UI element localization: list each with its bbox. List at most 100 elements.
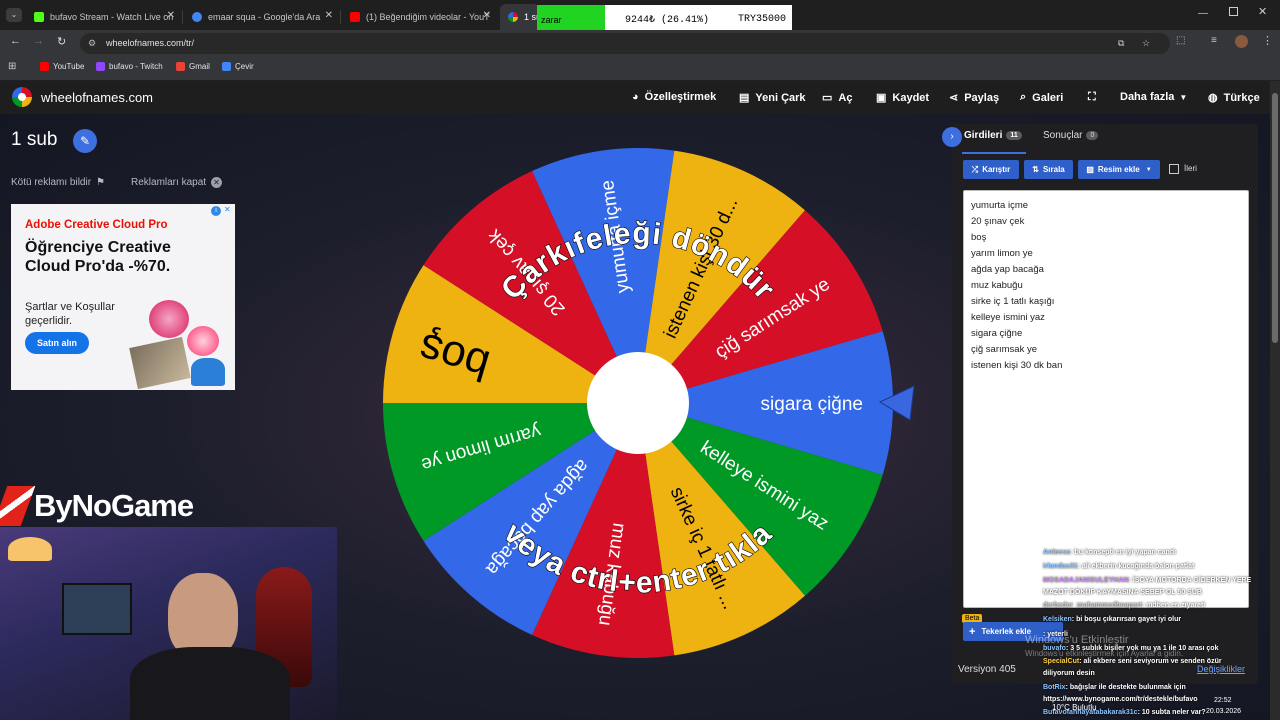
chevron-down-icon: ▼ [1179, 92, 1188, 102]
tab-kick-stream[interactable]: bufavo Stream - Watch Live on ✕ [26, 4, 181, 30]
edit-title-button[interactable]: ✎ [73, 129, 97, 153]
address-bar[interactable]: ⚙ wheelofnames.com/tr/ ⧉ ☆ [80, 33, 1170, 54]
brand-logo-icon [0, 486, 36, 526]
close-ads-link[interactable]: Reklamları kapat ✕ [131, 177, 223, 188]
chat-text: : ali ekbere seni seviyorum ve senden öz… [1079, 658, 1222, 665]
image-icon: ▨ [1086, 165, 1094, 174]
tab-entries[interactable]: Girdileri 11 [964, 130, 1022, 141]
chat-message: https://www.bynogame.com/tr/destekle/buf… [1043, 696, 1198, 703]
brand-name: ByNoGame [34, 488, 194, 523]
chevron-right-icon: › [950, 131, 954, 142]
chat-text: : bağışlar ile destekte bulunmak için [1065, 684, 1186, 691]
apps-icon[interactable]: ⊞ [8, 61, 16, 72]
bookmark-label: Çevir [235, 62, 254, 71]
taskbar-date: 20.03.2026 [1206, 708, 1242, 715]
restore-icon[interactable] [1229, 7, 1238, 16]
close-tab-icon[interactable]: ✕ [483, 10, 491, 21]
chat-text: : ali ekberin kucağında balon patlat [1077, 563, 1195, 570]
nav-save[interactable]: ▣ Kaydet [876, 91, 930, 105]
chat-username: Kelsiken [1043, 616, 1072, 623]
nav-share[interactable]: ⋖ Paylaş [949, 91, 999, 105]
page-scrollbar[interactable] [1270, 81, 1280, 720]
forward-icon[interactable]: → [33, 35, 44, 47]
bookmark-gmail[interactable]: Gmail [176, 62, 210, 71]
reload-icon[interactable]: ↻ [57, 35, 66, 48]
nav-new-wheel[interactable]: ▤ Yeni Çark [739, 91, 806, 105]
gmail-icon [176, 62, 185, 71]
chat-message: MAZOT DÖKÜP KAYMASINA SEBEP OL 50 SUB [1043, 589, 1202, 596]
report-ad-link[interactable]: Kötü reklamı bildir ⚑ [11, 177, 105, 188]
chat-message: SpecialCut: ali ekbere seni seviyorum ve… [1043, 658, 1222, 665]
windows-activate-sub: Windows'u etkinleştirmek için Ayarlar'a … [1025, 649, 1184, 658]
nav-gallery[interactable]: ⌕ Galeri [1020, 91, 1063, 104]
close-circle-icon: ✕ [211, 177, 223, 188]
brand-overlay: ByNoGame [0, 486, 194, 526]
nav-open[interactable]: ▭ Aç [822, 91, 852, 105]
entry-line: kelleye ismini yaz [971, 312, 1045, 323]
search-icon: ⌕ [1020, 91, 1027, 103]
bookmark-youtube[interactable]: YouTube [40, 62, 84, 71]
fullscreen-icon: ⛶ [1088, 91, 1096, 103]
reading-list-icon[interactable]: ≡ [1211, 35, 1217, 46]
nav-label: Özelleştirmek [644, 91, 717, 103]
youtube-icon [350, 12, 360, 22]
entries-count-badge: 11 [1006, 131, 1022, 140]
bookmark-star-icon[interactable]: ☆ [1142, 33, 1150, 54]
nav-label: Kaydet [892, 91, 930, 104]
changes-link[interactable]: Değişiklikler [1197, 664, 1245, 674]
sort-button[interactable]: ⇅ Sırala [1024, 160, 1073, 179]
translate-icon [222, 62, 231, 71]
ad-close-icon[interactable]: ✕ [224, 205, 231, 214]
ad-headline: Öğrenciye Creative Cloud Pro'da -%70. [25, 239, 171, 275]
chat-text: MAZOT DÖKÜP KAYMASINA SEBEP OL 50 SUB [1043, 589, 1202, 596]
tab-title: bufavo Stream - Watch Live on [50, 12, 174, 22]
page-title: 1 sub [11, 129, 58, 150]
shuffle-label: Karıştır [982, 165, 1011, 174]
bookmark-label: bufavo - Twitch [109, 62, 163, 71]
ad-flower-art [129, 296, 229, 390]
chat-username: Anteess [1043, 549, 1071, 556]
profile-avatar[interactable] [1235, 35, 1248, 48]
entry-line: sigara çiğne [971, 328, 1023, 339]
taskbar-weather[interactable]: 10°C Bulutlu [1052, 703, 1097, 712]
back-icon[interactable]: ← [10, 35, 21, 47]
close-window-icon[interactable]: ✕ [1258, 5, 1267, 18]
chrome-menu-icon[interactable]: ⋮ [1262, 34, 1273, 47]
tab-search-button[interactable]: ⌄ [6, 8, 22, 22]
nav-language[interactable]: ◍ Türkçe [1208, 91, 1260, 105]
add-wheels-label: Tekerlek ekle [981, 627, 1032, 636]
nav-fullscreen[interactable]: ⛶ [1088, 91, 1102, 104]
advanced-checkbox[interactable] [1169, 164, 1179, 174]
entries-textarea[interactable]: yumurta içme 20 şınav çek boş yarım limon y… [963, 190, 1249, 608]
ad-banner[interactable]: Adobe Creative Cloud Pro Öğrenciye Creat… [11, 204, 235, 390]
ad-cta-button[interactable]: Satın alın [25, 332, 89, 354]
nav-label: Yeni Çark [755, 91, 806, 104]
close-tab-icon[interactable]: ✕ [325, 10, 333, 21]
close-tab-icon[interactable]: ✕ [167, 10, 175, 21]
nav-more[interactable]: Daha fazla ▼ [1120, 91, 1187, 103]
bookmark-translate[interactable]: Çevir [222, 62, 254, 71]
tab-youtube-liked[interactable]: (1) Beğendiğim videolar - YouT ✕ [342, 4, 497, 30]
site-logo-icon[interactable] [12, 87, 32, 107]
globe-icon: ◍ [1208, 92, 1218, 104]
chat-username: irlandas31 [1043, 563, 1078, 570]
nav-customize[interactable]: ◕ Özelleştirmek [632, 91, 716, 103]
windows-activate-title: Windows'u Etkinleştir [1025, 634, 1129, 646]
extensions-icon[interactable]: ⬚ [1176, 35, 1185, 46]
site-info-icon[interactable]: ⚙ [88, 33, 96, 54]
tab-google-search[interactable]: emaar squa - Google'da Ara ✕ [184, 4, 339, 30]
collapse-panel-button[interactable]: › [942, 127, 962, 147]
shuffle-button[interactable]: ⤮ Karıştır [963, 160, 1019, 179]
ad-info-icon[interactable]: i [211, 206, 221, 216]
nav-label: Daha fazla [1120, 91, 1175, 103]
google-icon [192, 12, 202, 22]
site-logo-text[interactable]: wheelofnames.com [41, 90, 153, 105]
tab-wheel-active[interactable]: 1 su [500, 4, 540, 30]
minimize-icon[interactable]: — [1198, 8, 1208, 19]
chat-message: BotRix: bağışlar ile destekte bulunmak i… [1043, 684, 1186, 691]
bookmark-twitch[interactable]: bufavo - Twitch [96, 62, 163, 71]
tab-results[interactable]: Sonuçlar 0 [1043, 130, 1099, 141]
translate-icon[interactable]: ⧉ [1118, 33, 1124, 54]
add-image-button[interactable]: ▨ Resim ekle ▼ [1078, 160, 1160, 179]
tab-results-label: Sonuçlar [1043, 130, 1083, 141]
